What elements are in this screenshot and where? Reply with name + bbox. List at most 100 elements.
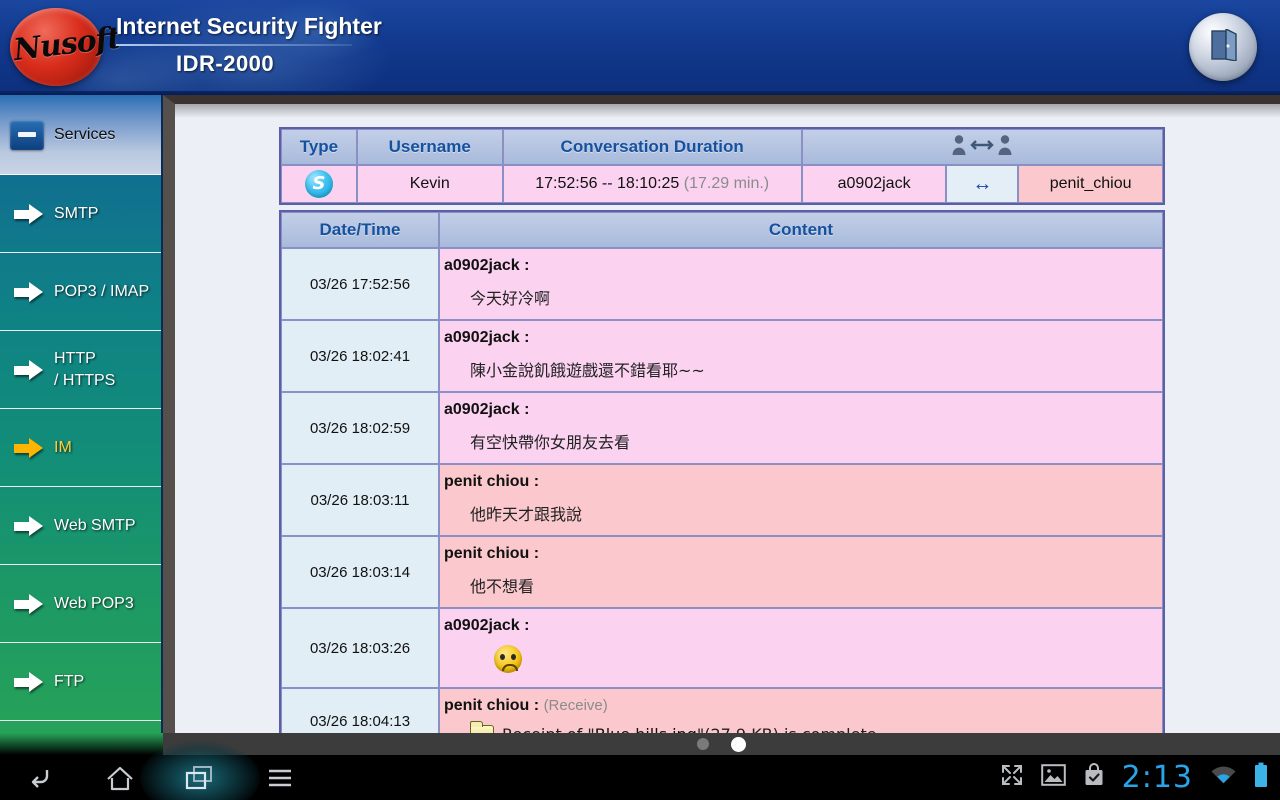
message-sender: a0902jack : — [444, 329, 530, 346]
checkmark-bag-icon[interactable] — [1083, 763, 1105, 792]
sidebar-item-ftp[interactable]: FTP — [0, 643, 161, 721]
transfer-direction-tag: (Receive) — [543, 697, 608, 714]
cell-participant-2: penit_chiou — [1018, 165, 1163, 203]
wifi-icon — [1210, 764, 1237, 791]
cell-username: Kevin — [356, 165, 503, 203]
message-sender: penit chiou : — [444, 473, 540, 490]
table-row[interactable]: 03/26 18:02:41 a0902jack : 陳小金說飢餓遊戲還不錯看耶… — [281, 320, 1163, 392]
cell-content: penit chiou : 他昨天才跟我說 — [439, 464, 1163, 536]
cell-content: penit chiou : (Receive) Receipt of "Blue… — [439, 688, 1163, 733]
sender-name: penit chiou : — [444, 697, 540, 714]
page-dot-2[interactable] — [731, 736, 746, 752]
sidebar-item-label-line2: / HTTPS — [54, 371, 116, 389]
sidebar-item-smtp[interactable]: SMTP — [0, 175, 161, 253]
sidebar-item-label: POP3 / IMAP — [54, 282, 150, 300]
message-text: 他昨天才跟我說 — [470, 505, 583, 524]
table-row[interactable]: 03/26 17:52:56 a0902jack : 今天好冷啊 — [281, 248, 1163, 320]
cell-datetime: 03/26 18:02:59 — [281, 392, 439, 464]
table-row[interactable]: 03/26 18:03:26 a0902jack : — [281, 608, 1163, 688]
recents-icon[interactable] — [160, 755, 240, 800]
cell-participant-1: a0902jack — [801, 165, 947, 203]
table-row[interactable]: 03/26 18:03:11 penit chiou : 他昨天才跟我說 — [281, 464, 1163, 536]
arrow-right-icon — [14, 671, 44, 692]
sidebar-item-label: Web POP3 — [54, 594, 134, 612]
header-participants — [801, 129, 1163, 165]
cell-duration: 17:52:56 -- 18:10:25 (17.29 min.) — [502, 165, 802, 203]
conversation-summary-table: Type Username Conversation Duration S Ke… — [279, 127, 1165, 205]
image-icon[interactable] — [1040, 764, 1066, 791]
message-sender: penit chiou : (Receive) — [440, 697, 1162, 715]
cell-content: a0902jack : 陳小金說飢餓遊戲還不錯看耶~~ — [439, 320, 1163, 392]
sidebar-item-web-pop3[interactable]: Web POP3 — [0, 565, 161, 643]
table-row[interactable]: 03/26 18:02:59 a0902jack : 有空快帶你女朋友去看 — [281, 392, 1163, 464]
logout-button[interactable] — [1189, 13, 1257, 81]
page-indicator — [163, 733, 1280, 755]
back-icon[interactable] — [0, 755, 80, 800]
header-conversation-duration: Conversation Duration — [502, 129, 802, 165]
sidebar: Services SMTP POP3 / IMAP HTTP / HTTPS I… — [0, 95, 163, 745]
arrow-right-icon — [14, 437, 44, 458]
skype-icon: S — [304, 170, 333, 198]
header-datetime: Date/Time — [281, 212, 439, 248]
sidebar-item-label: IM — [54, 438, 72, 456]
header-content: Content — [439, 212, 1163, 248]
battery-icon — [1254, 762, 1268, 793]
worried-sweat-face-icon — [494, 645, 522, 673]
sidebar-header-services[interactable]: Services — [0, 95, 161, 175]
file-message-suffix: "(27.9 KB) is complete — [697, 725, 877, 733]
cell-type: S — [281, 165, 357, 203]
cell-datetime: 03/26 18:03:11 — [281, 464, 439, 536]
sidebar-item-label: HTTP / HTTPS — [54, 348, 115, 391]
table-row[interactable]: 03/26 18:03:14 penit chiou : 他不想看 — [281, 536, 1163, 608]
message-sender: a0902jack : — [444, 617, 530, 634]
duration-minutes: (17.29 min.) — [683, 175, 770, 192]
arrow-right-icon — [14, 203, 44, 224]
message-text: 陳小金說飢餓遊戲還不錯看耶~~ — [470, 361, 705, 380]
chat-log-table: Date/Time Content 03/26 17:52:56 a0902ja… — [279, 210, 1165, 733]
file-name-link[interactable]: Blue hills.jpg — [595, 725, 697, 733]
status-bar: 2:13 — [1000, 755, 1268, 800]
content-area: Type Username Conversation Duration S Ke… — [163, 95, 1280, 733]
status-clock: 2:13 — [1121, 760, 1193, 795]
message-emoticon — [440, 635, 1162, 677]
cell-datetime: 03/26 17:52:56 — [281, 248, 439, 320]
fullscreen-expand-icon[interactable] — [1000, 763, 1024, 792]
folder-icon — [470, 721, 494, 733]
sidebar-header-label: Services — [54, 125, 116, 143]
cell-content: a0902jack : 有空快帶你女朋友去看 — [439, 392, 1163, 464]
cell-direction: ↔ — [946, 165, 1019, 203]
cell-datetime: 03/26 18:03:14 — [281, 536, 439, 608]
device-model: IDR-2000 — [176, 51, 275, 76]
summary-header-row: Type Username Conversation Duration — [281, 129, 1163, 165]
arrow-right-icon — [14, 515, 44, 536]
sidebar-item-label: FTP — [54, 672, 85, 690]
cell-datetime: 03/26 18:03:26 — [281, 608, 439, 688]
sidebar-bottom-stub — [0, 733, 163, 755]
message-sender: penit chiou : — [444, 545, 540, 562]
file-message-prefix: Receipt of " — [502, 725, 595, 733]
cell-content: a0902jack : — [439, 608, 1163, 688]
cell-datetime: 03/26 18:02:41 — [281, 320, 439, 392]
sidebar-item-label: Web SMTP — [54, 516, 136, 534]
minus-collapse-icon[interactable] — [10, 119, 44, 150]
exit-door-icon — [1208, 27, 1238, 66]
page-dot-1[interactable] — [697, 738, 709, 750]
menu-icon[interactable] — [240, 755, 320, 800]
arrow-right-icon — [14, 281, 44, 302]
sidebar-item-web-smtp[interactable]: Web SMTP — [0, 487, 161, 565]
message-sender: a0902jack : — [444, 401, 530, 418]
file-transfer-message: Receipt of "Blue hills.jpg"(27.9 KB) is … — [440, 715, 1162, 733]
sidebar-item-http-https[interactable]: HTTP / HTTPS — [0, 331, 161, 409]
message-text: 他不想看 — [470, 577, 535, 596]
duration-range: 17:52:56 -- 18:10:25 — [535, 175, 680, 192]
sidebar-item-label: SMTP — [54, 204, 99, 222]
sidebar-item-pop3-imap[interactable]: POP3 / IMAP — [0, 253, 161, 331]
message-text: 今天好冷啊 — [470, 289, 551, 308]
message-text: 有空快帶你女朋友去看 — [470, 433, 631, 452]
table-row[interactable]: 03/26 18:04:13 penit chiou : (Receive) R… — [281, 688, 1163, 733]
arrow-right-icon — [14, 593, 44, 614]
summary-data-row[interactable]: S Kevin 17:52:56 -- 18:10:25 (17.29 min.… — [281, 165, 1163, 203]
app-banner: Nusoft Internet Security Fighter IDR-200… — [0, 0, 1280, 95]
app-title: Internet Security Fighter — [116, 13, 382, 39]
sidebar-item-im[interactable]: IM — [0, 409, 161, 487]
